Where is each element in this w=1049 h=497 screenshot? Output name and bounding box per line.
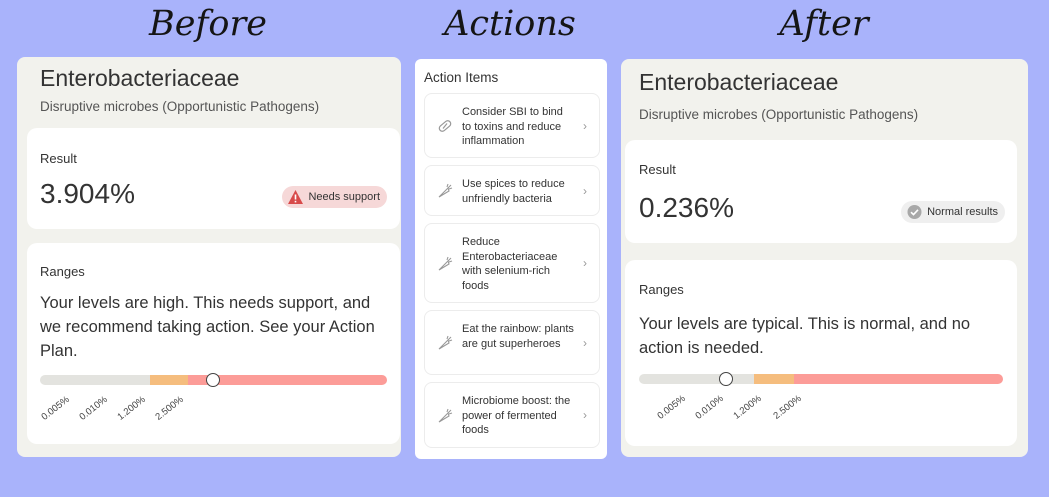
range-normal-segment <box>639 374 754 384</box>
range-tick-label: 0.010% <box>693 393 726 422</box>
result-value: 0.236% <box>639 192 734 223</box>
level-marker <box>719 372 733 386</box>
carrot-icon <box>438 408 453 423</box>
chevron-right-icon: › <box>583 408 587 422</box>
range-tick-label: 2.500% <box>153 394 186 423</box>
ranges-description: Your levels are typical. This is normal,… <box>639 315 971 357</box>
status-badge-label: Normal results <box>927 206 998 218</box>
range-bar <box>639 372 1003 386</box>
action-item[interactable]: Consider SBI to bind to toxins and reduc… <box>424 93 600 158</box>
range-tick-label: 0.010% <box>77 394 110 423</box>
result-card: Result 0.236% Normal results <box>625 140 1017 243</box>
status-badge: Needs support <box>282 186 387 208</box>
pill-icon <box>438 120 452 132</box>
action-item[interactable]: Reduce Enterobacteriaceae with selenium-… <box>424 223 600 303</box>
action-item-label: Consider SBI to bind to toxins and reduc… <box>462 106 563 147</box>
status-badge: Normal results <box>901 201 1005 223</box>
check-circle-icon <box>907 205 922 219</box>
range-tick-label: 2.500% <box>771 393 804 422</box>
chevron-right-icon: › <box>583 256 587 270</box>
ranges-label: Ranges <box>639 282 684 297</box>
carrot-icon <box>438 256 453 271</box>
result-card: Result 3.904% Needs support <box>27 128 400 229</box>
microbe-title: Enterobacteriaceae <box>40 65 240 91</box>
range-tick-label: 1.200% <box>731 393 764 422</box>
microbe-title: Enterobacteriaceae <box>639 69 839 95</box>
result-label: Result <box>40 151 77 166</box>
before-heading: Before <box>149 4 267 44</box>
range-tick-label: 1.200% <box>115 394 148 423</box>
carrot-icon <box>438 183 453 198</box>
range-tick-label: 0.005% <box>39 394 72 423</box>
ranges-label: Ranges <box>40 264 85 279</box>
ranges-description: Your levels are high. This needs support… <box>40 294 375 360</box>
chevron-right-icon: › <box>583 336 587 350</box>
range-normal-segment <box>40 375 150 385</box>
action-item-label: Eat the rainbow: plants are gut superher… <box>462 323 574 350</box>
result-label: Result <box>639 162 676 177</box>
carrot-icon <box>438 335 453 350</box>
before-panel: Enterobacteriaceae Disruptive microbes (… <box>17 57 401 457</box>
actions-heading: Actions <box>444 4 576 44</box>
status-badge-label: Needs support <box>308 191 380 203</box>
chevron-right-icon: › <box>583 184 587 198</box>
after-panel: Enterobacteriaceae Disruptive microbes (… <box>621 59 1028 457</box>
microbe-subtitle: Disruptive microbes (Opportunistic Patho… <box>40 99 320 114</box>
action-items-title: Action Items <box>424 70 499 85</box>
range-high-segment <box>794 374 1003 384</box>
action-items-panel: Action Items Consider SBI to bind to tox… <box>415 59 607 459</box>
warning-icon <box>288 190 304 204</box>
result-value: 3.904% <box>40 178 135 209</box>
action-item[interactable]: Microbiome boost: the power of fermented… <box>424 382 600 448</box>
range-tick-label: 0.005% <box>655 393 688 422</box>
chevron-right-icon: › <box>583 119 587 133</box>
range-elevated-segment <box>150 375 188 385</box>
range-elevated-segment <box>754 374 794 384</box>
level-marker <box>206 373 220 387</box>
ranges-card: Ranges Your levels are typical. This is … <box>625 260 1017 446</box>
action-item[interactable]: Use spices to reduce unfriendly bacteria… <box>424 165 600 216</box>
action-item-label: Reduce Enterobacteriaceae with selenium-… <box>462 236 558 292</box>
range-bar <box>40 373 387 387</box>
action-item-label: Microbiome boost: the power of fermented… <box>462 395 571 436</box>
action-item-label: Use spices to reduce unfriendly bacteria <box>462 178 565 205</box>
action-item[interactable]: Eat the rainbow: plants are gut superher… <box>424 310 600 375</box>
after-heading: After <box>779 4 869 44</box>
microbe-subtitle: Disruptive microbes (Opportunistic Patho… <box>639 107 919 122</box>
ranges-card: Ranges Your levels are high. This needs … <box>27 243 400 444</box>
